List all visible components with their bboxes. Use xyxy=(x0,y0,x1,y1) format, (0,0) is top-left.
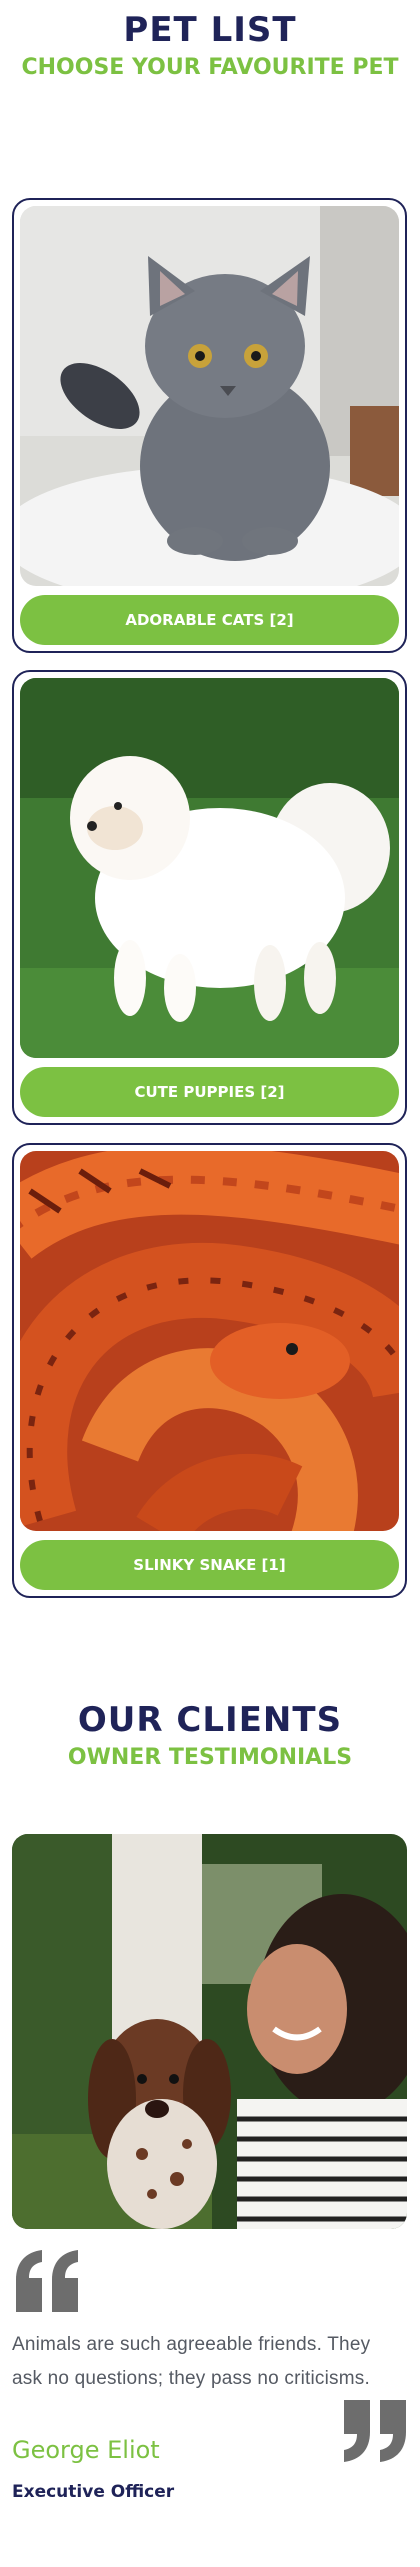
adorable-cats-button[interactable]: ADORABLE CATS [2] xyxy=(20,595,399,645)
testimonial-photo xyxy=(12,1834,407,2229)
testimonial-author-name: George Eliot xyxy=(12,2436,160,2464)
cute-puppies-button[interactable]: CUTE PUPPIES [2] xyxy=(20,1067,399,1117)
slinky-snake-button[interactable]: SLINKY SNAKE [1] xyxy=(20,1540,399,1590)
clients-section-title: OUR CLIENTS xyxy=(77,1700,343,1740)
pet-card-puppies: CUTE PUPPIES [2] xyxy=(12,670,407,1125)
pet-card-cats: ADORABLE CATS [2] xyxy=(12,198,407,653)
cat-photo xyxy=(20,206,399,586)
pets-section-title: PET LIST xyxy=(123,10,297,50)
quote-open-icon xyxy=(16,2250,78,2312)
quote-close-icon xyxy=(344,2400,406,2462)
pets-section-header: PET LIST CHOOSE YOUR FAVOURITE PET xyxy=(20,10,400,86)
clients-section-subtitle: OWNER TESTIMONIALS xyxy=(67,1745,353,1770)
snake-photo xyxy=(20,1151,399,1531)
clients-section-header: OUR CLIENTS OWNER TESTIMONIALS xyxy=(20,1700,400,1776)
pets-section-subtitle: CHOOSE YOUR FAVOURITE PET xyxy=(21,55,399,80)
testimonial-quote: Animals are such agreeable friends. They… xyxy=(12,2334,371,2389)
puppy-photo xyxy=(20,678,399,1058)
testimonial-author-role: Executive Officer xyxy=(12,2482,175,2502)
pet-card-snake: SLINKY SNAKE [1] xyxy=(12,1143,407,1598)
